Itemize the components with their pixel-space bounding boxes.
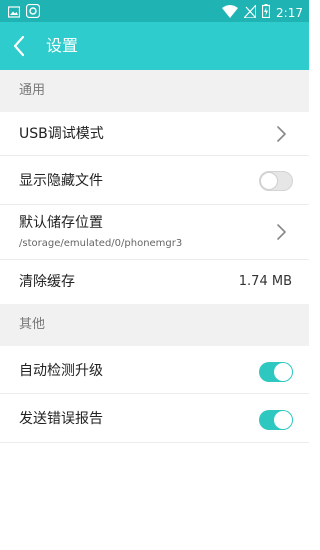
camera-app-icon [25,3,41,22]
image-icon [7,3,21,22]
settings-row-show-hidden-files: 显示隐藏文件 [0,156,309,205]
section-header-label: 其他 [19,317,46,332]
chevron-right-icon [275,125,287,143]
toggle-knob [274,363,292,381]
settings-row-label: 清除缓存 [19,274,75,290]
chevron-right-icon [275,223,287,241]
settings-row-send-error-report: 发送错误报告 [0,394,309,443]
storage-path: /storage/emulated/0/phonemgr3 [19,238,183,249]
battery-charging-icon [261,3,271,22]
section-header-other: 其他 [0,304,309,346]
status-bar: 2:17 [0,0,309,22]
chevron-left-icon[interactable] [10,34,30,58]
status-time: 2:17 [276,5,303,20]
settings-row-default-storage[interactable]: 默认储存位置 /storage/emulated/0/phonemgr3 [0,205,309,260]
section-header-general: 通用 [0,70,309,112]
wifi-icon [222,3,239,22]
settings-row-label: 显示隐藏文件 [19,173,103,189]
settings-row-clear-cache[interactable]: 清除缓存 1.74 MB [0,260,309,304]
settings-row-usb-debug[interactable]: USB调试模式 [0,112,309,156]
toggle-knob [274,411,292,429]
settings-row-label: USB调试模式 [19,126,104,142]
send-error-report-toggle[interactable] [259,410,293,430]
settings-row-auto-update: 自动检测升级 [0,346,309,394]
settings-row-label: 自动检测升级 [19,363,103,379]
section-header-label: 通用 [19,83,46,98]
auto-update-toggle[interactable] [259,362,293,382]
page-title: 设置 [46,36,79,55]
no-signal-icon [242,3,257,22]
empty-area [0,443,309,550]
settings-row-label: 发送错误报告 [19,411,103,427]
toolbar: 设置 [0,22,309,70]
toggle-knob [260,172,278,190]
show-hidden-files-toggle[interactable] [259,171,293,191]
cache-size-value: 1.74 MB [238,274,292,289]
settings-row-label: 默认储存位置 [19,215,103,231]
